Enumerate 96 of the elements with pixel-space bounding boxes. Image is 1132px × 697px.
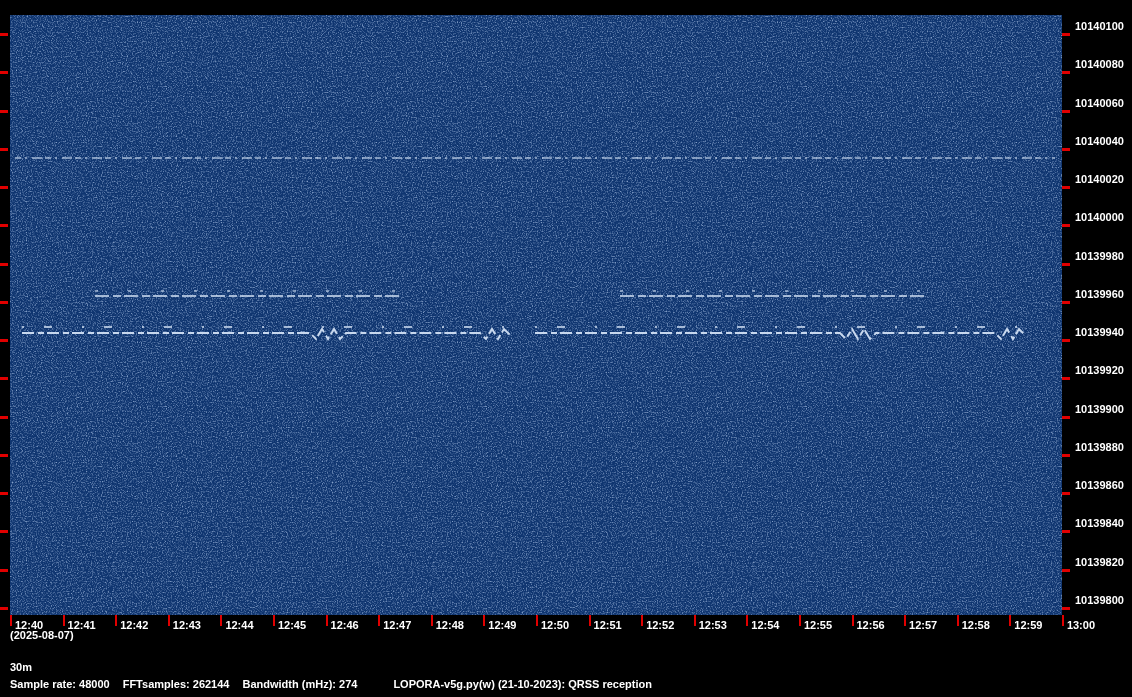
time-label: 12:58 [961,619,990,632]
tick-mark [1062,568,1070,572]
tick-mark [167,615,170,626]
time-label: 12:53 [698,619,727,632]
tick-mark [798,615,801,626]
tick-mark [0,607,8,610]
tick-mark [1062,453,1070,457]
time-label: 12:47 [383,619,412,632]
info-text: LOPORA-v5g.py(w) (21-10-2023): QRSS reception [393,677,652,691]
band-label: 30m [10,660,33,674]
tick-mark [430,615,433,626]
time-label: 12:50 [540,619,570,632]
tick-mark [0,262,8,266]
frequency-label: 10140080 [1075,58,1124,72]
tick-mark [378,615,381,626]
tick-mark [1061,615,1064,626]
tick-mark [62,615,65,626]
tick-mark [115,615,118,626]
tick-mark [693,615,696,626]
tick-mark [1062,530,1070,534]
frequency-label: 10140000 [1075,211,1124,225]
date-label: (2025-08-07) [10,629,74,642]
tick-mark [0,492,8,496]
tick-mark [325,615,328,626]
tick-mark [851,615,854,626]
time-label: 12:41 [67,619,96,631]
tick-mark [0,109,8,113]
tick-mark [641,615,644,626]
time-label: 12:44 [225,619,254,632]
frequency-label: 10139800 [1075,594,1124,607]
tick-mark [0,300,8,304]
tick-mark [588,615,591,626]
tick-mark [1009,615,1012,626]
tick-mark [10,615,12,626]
tick-mark [0,224,8,228]
frequency-label: 10139940 [1075,326,1124,340]
frequency-label: 10139920 [1075,364,1124,378]
info-text: Sample rate: 48000 [10,677,110,691]
frequency-label: 10140100 [1075,20,1124,33]
tick-mark [1062,224,1070,228]
tick-mark [1062,339,1070,343]
time-label: 12:55 [803,619,833,632]
time-label: 12:43 [172,619,201,632]
tick-mark [1062,492,1070,496]
frequency-label: 10139820 [1075,555,1124,569]
time-label: 12:40 [15,619,44,631]
tick-mark [1062,377,1070,381]
time-label: 13:00 [1066,619,1095,632]
tick-mark [746,615,749,626]
time-label: 12:51 [593,619,622,632]
time-label: 12:59 [1014,619,1043,632]
frequency-label: 10140020 [1075,173,1124,187]
tick-mark [0,453,8,457]
frequency-label: 10139980 [1075,249,1124,263]
tick-mark [1062,262,1070,266]
time-label: 12:46 [330,619,359,632]
info-text: Bandwidth (mHz): 274 [242,677,358,691]
frequency-label: 10140040 [1075,134,1124,148]
time-label: 12:49 [488,619,517,632]
tick-mark [220,615,223,626]
tick-mark [904,615,907,626]
tick-mark [1062,415,1070,419]
tick-mark [1062,300,1070,304]
time-label: 12:52 [646,619,675,632]
tick-mark [0,530,8,534]
frequency-label: 10140060 [1075,96,1124,110]
tick-mark [535,615,538,626]
tick-mark [1062,186,1070,190]
frequency-label: 10139960 [1075,287,1124,301]
tick-mark [0,147,8,151]
time-label: 12:45 [277,619,307,632]
info-text: FFTsamples: 262144 [122,677,230,691]
time-label: 12:56 [856,619,885,632]
tick-mark [0,339,8,343]
time-label: 12:48 [435,619,464,632]
tick-mark [0,377,8,381]
frequency-label: 10139860 [1075,479,1124,493]
time-label: 12:54 [751,619,780,632]
tick-mark [1062,71,1070,75]
tick-mark [483,615,486,626]
tick-mark [1062,147,1070,151]
tick-mark [1062,109,1070,113]
tick-mark [0,568,8,572]
frequency-label: 10139900 [1075,402,1124,416]
tick-mark [1062,33,1070,36]
tick-mark [272,615,275,626]
tick-mark [0,186,8,190]
tick-mark [0,71,8,75]
frequency-label: 10139880 [1075,440,1124,454]
time-label: 12:57 [909,619,938,632]
tick-mark [1062,607,1070,610]
tick-mark [0,415,8,419]
tick-mark [0,33,8,36]
tick-mark [956,615,959,626]
time-label: 12:42 [120,619,149,632]
frequency-label: 10139840 [1075,517,1124,531]
